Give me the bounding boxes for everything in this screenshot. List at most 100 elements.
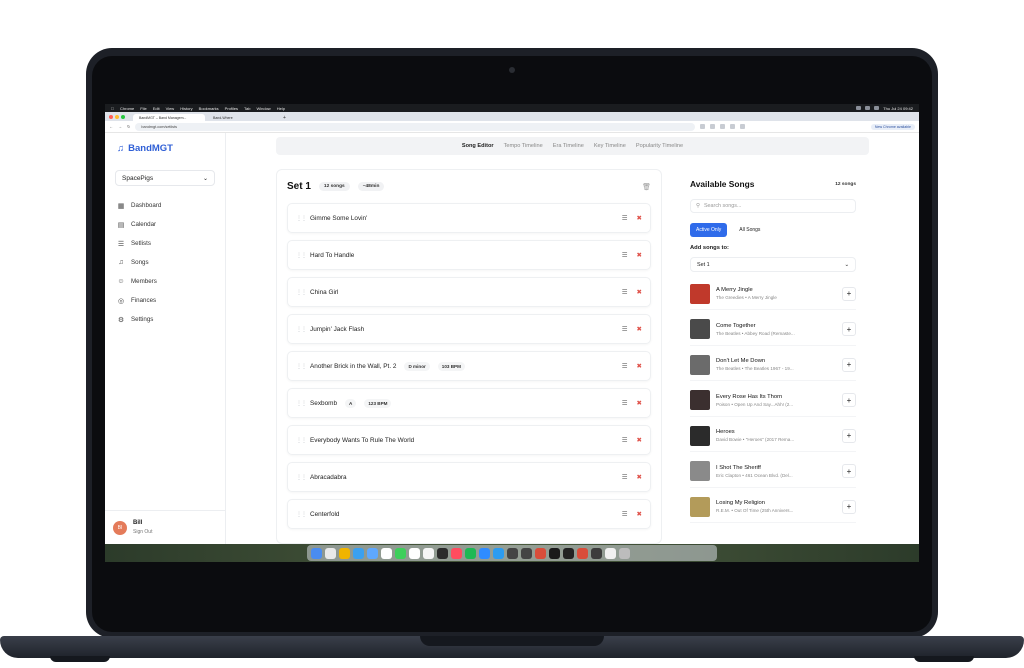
app-icon[interactable]: [409, 547, 420, 559]
back-icon[interactable]: ←: [109, 124, 113, 129]
document-icon[interactable]: ☰: [622, 510, 628, 518]
add-song-button[interactable]: +: [842, 428, 856, 443]
sidebar-item-members[interactable]: ☺ Members: [115, 276, 215, 287]
wifi-icon[interactable]: [865, 106, 871, 110]
app-icon[interactable]: [605, 547, 616, 559]
app-icon[interactable]: [437, 547, 448, 559]
forward-icon[interactable]: →: [118, 124, 122, 129]
trash-icon[interactable]: ✖: [637, 436, 642, 444]
extension-icon[interactable]: [700, 124, 706, 129]
tab-key-timeline[interactable]: Key Timeline: [594, 143, 626, 149]
trash-icon[interactable]: ✖: [637, 288, 642, 296]
drag-handle-icon[interactable]: ⋮⋮: [296, 474, 307, 481]
sidebar-item-finances[interactable]: ◎ Finances: [115, 295, 215, 306]
app-icon[interactable]: [423, 547, 434, 559]
browser-tab-2[interactable]: Band-Where: [207, 114, 279, 121]
address-bar[interactable]: bandmgt.com/setlists: [135, 122, 696, 131]
add-song-button[interactable]: +: [842, 464, 856, 478]
minimize-window-icon[interactable]: [115, 114, 119, 119]
search-input[interactable]: ⚲ Search songs...: [690, 199, 856, 213]
close-window-icon[interactable]: [109, 114, 113, 119]
trash-icon[interactable]: ✖: [637, 510, 642, 518]
song-row[interactable]: ⋮⋮ China Girl ☰ ✖: [287, 277, 651, 307]
song-row[interactable]: ⋮⋮ Gimme Some Lovin' ☰ ✖: [287, 203, 651, 233]
add-song-button[interactable]: +: [842, 393, 856, 407]
menubar-item[interactable]: Chrome: [120, 106, 134, 111]
tab-era-timeline[interactable]: Era Timeline: [553, 143, 584, 149]
app-icon[interactable]: [493, 547, 504, 559]
sidebar-item-dashboard[interactable]: ▦ Dashboard: [115, 200, 215, 211]
sidebar-item-songs[interactable]: ♫ Songs: [115, 257, 215, 268]
extension-icon[interactable]: [720, 124, 726, 129]
reload-icon[interactable]: ↻: [127, 124, 130, 129]
menubar-item[interactable]: Edit: [153, 106, 160, 111]
app-icon[interactable]: [395, 547, 406, 559]
menubar-item[interactable]: Window: [256, 106, 270, 111]
song-row[interactable]: ⋮⋮ Centerfold ☰ ✖: [287, 499, 651, 529]
browser-tab-bandmgt[interactable]: BandMGT – Band Managem...: [133, 114, 205, 121]
tab-tempo-timeline[interactable]: Tempo Timeline: [504, 143, 543, 149]
app-icon[interactable]: [549, 547, 560, 559]
document-icon[interactable]: ☰: [622, 436, 628, 444]
sign-out-link[interactable]: Sign Out: [133, 529, 152, 535]
app-icon[interactable]: [325, 547, 336, 559]
add-song-button[interactable]: +: [842, 357, 856, 372]
user-profile[interactable]: BI Bill Sign Out: [105, 510, 225, 544]
menubar-item[interactable]: Bookmarks: [199, 106, 219, 111]
target-set-select[interactable]: Set 1 ⌄: [690, 257, 856, 272]
app-icon[interactable]: [339, 547, 350, 559]
trash-icon[interactable]: ✖: [637, 473, 642, 481]
document-icon[interactable]: ☰: [622, 362, 628, 370]
menubar-item[interactable]: View: [166, 106, 175, 111]
song-row[interactable]: ⋮⋮ Everybody Wants To Rule The World ☰ ✖: [287, 425, 651, 455]
app-icon[interactable]: [563, 547, 574, 559]
app-icon[interactable]: [591, 547, 602, 559]
add-song-button[interactable]: +: [842, 322, 856, 336]
trash-icon[interactable]: ✖: [637, 325, 642, 333]
app-icon[interactable]: [507, 547, 518, 559]
menubar-item[interactable]: History: [180, 106, 192, 111]
app-icon[interactable]: [521, 547, 532, 559]
app-icon[interactable]: [451, 547, 462, 559]
delete-set-icon[interactable]: 🗑: [642, 183, 651, 191]
trash-icon[interactable]: ✖: [637, 399, 642, 407]
document-icon[interactable]: ☰: [622, 399, 628, 407]
new-tab-icon[interactable]: +: [283, 115, 286, 121]
song-row[interactable]: ⋮⋮ Another Brick in the Wall, Pt. 2 D mino…: [287, 351, 651, 381]
filter-active-only[interactable]: Active Only: [690, 223, 728, 237]
add-song-button[interactable]: +: [842, 286, 856, 301]
new-chrome-button[interactable]: New Chrome available: [870, 123, 915, 130]
app-icon[interactable]: [311, 547, 322, 559]
sidebar-item-setlists[interactable]: ☰ Setlists: [115, 238, 215, 249]
document-icon[interactable]: ☰: [622, 288, 628, 296]
sidebar-item-calendar[interactable]: ▤ Calendar: [115, 219, 215, 230]
document-icon[interactable]: ☰: [622, 325, 628, 333]
app-icon[interactable]: [353, 547, 364, 559]
drag-handle-icon[interactable]: ⋮⋮: [296, 252, 307, 259]
extension-icon[interactable]: [740, 124, 746, 129]
tab-song-editor[interactable]: Song Editor: [462, 143, 494, 149]
set-title[interactable]: Set 1: [287, 181, 311, 192]
menubar-item[interactable]: Help: [277, 106, 285, 111]
apple-icon[interactable]: : [111, 106, 114, 111]
status-icon[interactable]: [856, 106, 862, 110]
maximize-window-icon[interactable]: [121, 114, 125, 119]
filter-all-songs[interactable]: All Songs: [733, 223, 766, 237]
trash-icon[interactable]: ✖: [637, 251, 642, 259]
drag-handle-icon[interactable]: ⋮⋮: [296, 400, 307, 407]
drag-handle-icon[interactable]: ⋮⋮: [296, 363, 307, 370]
app-icon[interactable]: [577, 547, 588, 559]
menubar-item[interactable]: File: [140, 106, 146, 111]
band-select[interactable]: SpacePigs ⌄: [115, 170, 215, 186]
app-icon[interactable]: [381, 547, 392, 559]
app-icon[interactable]: [367, 547, 378, 559]
menubar-item[interactable]: Tab: [244, 106, 250, 111]
song-row[interactable]: ⋮⋮ Sexbomb A 123 BPM ☰ ✖: [287, 388, 651, 418]
app-logo[interactable]: ♫ BandMGT: [117, 143, 215, 154]
song-row[interactable]: ⋮⋮ Jumpin' Jack Flash ☰ ✖: [287, 314, 651, 344]
drag-handle-icon[interactable]: ⋮⋮: [296, 437, 307, 444]
drag-handle-icon[interactable]: ⋮⋮: [296, 215, 307, 222]
document-icon[interactable]: ☰: [622, 251, 628, 259]
drag-handle-icon[interactable]: ⋮⋮: [296, 289, 307, 296]
song-row[interactable]: ⋮⋮ Hard To Handle ☰ ✖: [287, 240, 651, 270]
